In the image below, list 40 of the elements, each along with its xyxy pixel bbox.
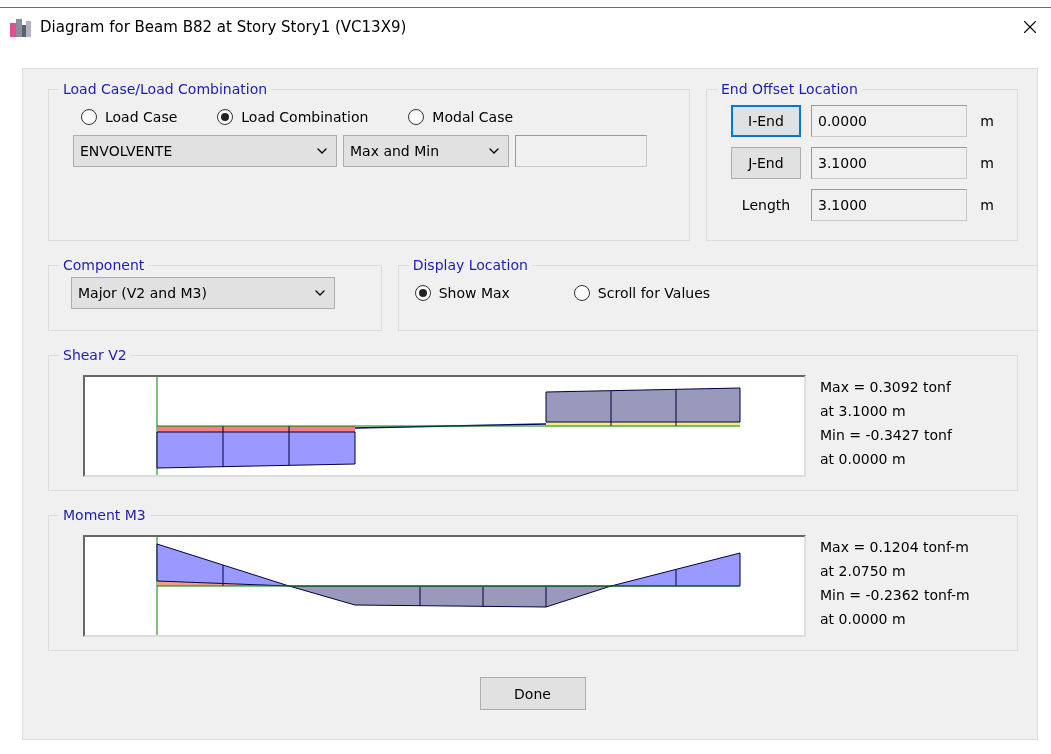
- radio-icon[interactable]: [217, 109, 234, 125]
- radio-icon[interactable]: [81, 109, 97, 125]
- result-text: Max = 0.3092 tonf: [820, 379, 952, 395]
- radio-icon[interactable]: [408, 109, 425, 125]
- unit-label: m: [979, 113, 995, 129]
- radio-option[interactable]: Scroll for Values: [573, 285, 711, 301]
- offset-field[interactable]: 3.1000: [811, 189, 967, 221]
- result-text: at 3.1000 m: [820, 403, 907, 419]
- group-title: Moment M3: [62, 507, 147, 523]
- radio-option[interactable]: Modal Case: [408, 109, 514, 125]
- component-dropdown[interactable]: Major (V2 and M3): [71, 277, 335, 309]
- field-label: Length: [740, 197, 792, 213]
- result-text: at 2.0750 m: [820, 563, 907, 579]
- group-title: Shear V2: [62, 347, 128, 363]
- offset-field[interactable]: 0.0000: [811, 105, 967, 137]
- app-icon: [10, 17, 32, 37]
- radio-icon[interactable]: [573, 285, 590, 301]
- unit-label: m: [979, 155, 995, 171]
- end-button[interactable]: I-End: [731, 105, 801, 137]
- group-title: Display Location: [411, 257, 529, 273]
- done-button[interactable]: Done: [479, 677, 586, 710]
- result-text: at 0.0000 m: [820, 611, 907, 627]
- window-title: Diagram for Beam B82 at Story Story1 (VC13X9): [40, 18, 408, 36]
- result-text: Min = -0.2362 tonf-m: [820, 587, 970, 603]
- result-text: Min = -0.3427 tonf: [820, 427, 952, 443]
- group-title: Component: [62, 257, 146, 273]
- end-button[interactable]: J-End: [731, 147, 801, 179]
- result-text: Max = 0.1204 tonf-m: [820, 539, 970, 555]
- radio-option[interactable]: Load Combination: [217, 109, 369, 125]
- unit-label: m: [979, 197, 995, 213]
- group-title: Load Case/Load Combination: [62, 81, 269, 97]
- group-title: End Offset Location: [720, 81, 859, 97]
- radio-icon[interactable]: [414, 285, 431, 301]
- radio-option[interactable]: Load Case: [81, 109, 178, 125]
- result-text: at 0.0000 m: [820, 451, 907, 467]
- input-field[interactable]: [515, 135, 647, 167]
- radio-option[interactable]: Show Max: [414, 285, 510, 301]
- combination-dropdown[interactable]: ENVOLVENTE: [73, 135, 337, 167]
- type-dropdown[interactable]: Max and Min: [343, 135, 509, 167]
- offset-field[interactable]: 3.1000: [811, 147, 967, 179]
